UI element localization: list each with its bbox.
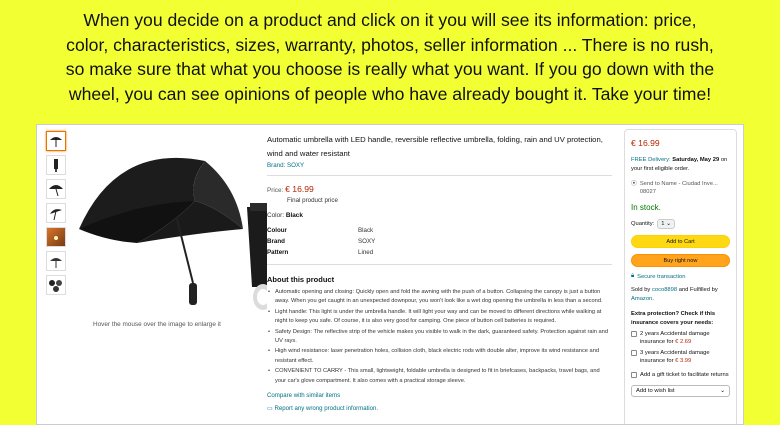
compare-link[interactable]: Compare with similar items — [267, 392, 612, 399]
feature-bullets: Automatic opening and closing: Quickly o… — [267, 288, 612, 386]
color-value: Black — [285, 212, 303, 219]
report-link[interactable]: ▭ Report any wrong product information. — [267, 405, 612, 412]
add-to-cart-button[interactable]: Add to Cart — [631, 235, 730, 248]
spec-row: Brand SOXY — [267, 236, 375, 247]
buy-box: € 16.99 FREE Delivery: Saturday, May 29 … — [624, 129, 737, 424]
checkbox[interactable] — [631, 331, 637, 337]
gift-label: Add a gift ticket to facilitate returns — [640, 372, 729, 378]
seller-link[interactable]: coco8898 — [652, 287, 677, 293]
thumbnail-umbrella-colors[interactable] — [46, 275, 66, 295]
price-row: Price: € 16.99 — [267, 184, 612, 194]
banner-line: color, characteristics, sizes, warranty,… — [66, 34, 714, 55]
seller-info: Sold by coco8898 and Fulfilled by Amazon… — [631, 287, 718, 302]
chevron-down-icon: ⌄ — [720, 388, 725, 394]
thumbnail-strip — [46, 131, 66, 299]
divider — [267, 175, 612, 176]
thumbnail-umbrella-side[interactable] — [46, 179, 66, 199]
delivery-date: Saturday, May 29 — [672, 157, 720, 163]
add-to-wishlist-button[interactable]: Add to wish list ⌄ — [631, 385, 730, 397]
final-price-note: Final product price — [287, 197, 338, 204]
feature-bullet: Light handle: This light is under the um… — [268, 308, 612, 327]
spec-value: Black — [358, 227, 374, 234]
spec-row: Pattern Lined — [267, 247, 375, 258]
quantity-label: Quantity: — [631, 221, 655, 227]
price-label: Price: — [267, 187, 284, 194]
color-label: Color: — [267, 212, 285, 219]
thumbnail-umbrella-folded[interactable] — [46, 155, 66, 175]
buybox-price: € 16.99 — [631, 138, 660, 148]
comment-icon: ▭ — [267, 405, 273, 413]
feature-bullet: CONVENIENT TO CARRY - This small, lightw… — [268, 367, 612, 386]
product-main-image[interactable] — [77, 137, 282, 317]
protection-option[interactable]: 3 years Accidental damage insurance for … — [631, 349, 730, 365]
thumbnail-umbrella-wind[interactable] — [46, 203, 66, 223]
quantity-row: Quantity: 1 ⌄ — [631, 219, 730, 229]
feature-bullet: Automatic opening and closing: Quickly o… — [268, 288, 612, 307]
spec-key: Pattern — [267, 249, 289, 256]
about-heading: About this product — [267, 275, 335, 284]
spec-table: Colour Black Brand SOXY Pattern Lined — [267, 225, 375, 258]
protection-option-text: 2 years Accidental damage insurance for … — [640, 330, 730, 346]
price-value: € 16.99 — [285, 184, 314, 194]
buy-now-button[interactable]: Buy right now — [631, 254, 730, 267]
delivery-info: FREE Delivery: Saturday, May 29 on your … — [631, 156, 730, 174]
protection-option-price: € 2.69 — [675, 339, 692, 345]
chevron-down-icon: ⌄ — [666, 221, 671, 227]
spec-value: SOXY — [358, 238, 376, 245]
quantity-value: 1 — [661, 221, 665, 227]
gift-option[interactable]: Add a gift ticket to facilitate returns — [631, 371, 730, 379]
banner-line: When you decide on a product and click o… — [83, 10, 697, 30]
protection-option-text: 3 years Accidental damage insurance for … — [640, 349, 730, 365]
brand-link[interactable]: Brand: SOXY — [267, 162, 612, 169]
product-page-screenshot: Hover the mouse over the image to enlarg… — [36, 124, 744, 425]
secure-transaction[interactable]: 🔒︎ Secure transaction — [631, 273, 730, 280]
instruction-banner: When you decide on a product and click o… — [0, 8, 780, 106]
stock-status: In stock. — [631, 203, 661, 212]
location-pin-icon: ⦿ — [631, 181, 637, 187]
divider — [267, 264, 612, 265]
protection-option[interactable]: 2 years Accidental damage insurance for … — [631, 330, 730, 346]
product-title: Automatic umbrella with LED handle, reve… — [267, 135, 603, 158]
color-row: Color: Black — [267, 212, 612, 219]
sold-prefix: Sold by — [631, 287, 651, 293]
fulfiller-link[interactable]: Amazon — [631, 296, 652, 302]
thumbnail-led-night[interactable] — [46, 227, 66, 247]
spec-value: Lined — [358, 249, 374, 256]
checkbox[interactable] — [631, 350, 637, 356]
product-details: Automatic umbrella with LED handle, reve… — [267, 133, 612, 412]
protection-option-price: € 3.99 — [675, 358, 692, 364]
banner-line: so make sure that what you choose is rea… — [65, 59, 715, 79]
report-link-label: Report any wrong product information. — [274, 405, 379, 413]
delivery-location[interactable]: ⦿ Send to Name - Ciudad Inve... 08027 — [631, 180, 730, 196]
secure-label: Secure transaction — [637, 273, 686, 280]
sold-middle: and Fulfilled by — [678, 287, 718, 293]
lock-icon: 🔒︎ — [631, 273, 635, 279]
protection-heading: Extra protection? Check if this insuranc… — [631, 311, 716, 326]
thumbnail-umbrella-open[interactable] — [46, 131, 66, 151]
spec-key: Colour — [267, 227, 287, 234]
feature-bullet: Safety Design: The reflective strip of t… — [268, 328, 612, 347]
wishlist-label: Add to wish list — [636, 388, 675, 394]
hover-hint: Hover the mouse over the image to enlarg… — [93, 321, 221, 328]
checkbox[interactable] — [631, 372, 637, 378]
delivery-prefix[interactable]: FREE Delivery: — [631, 157, 671, 163]
feature-bullet: High wind resistance: laser penetration … — [268, 347, 612, 366]
spec-row: Colour Black — [267, 225, 375, 236]
spec-key: Brand — [267, 238, 285, 245]
quantity-select[interactable]: 1 ⌄ — [657, 219, 675, 229]
banner-line: wheel, you can see opinions of people wh… — [68, 83, 712, 104]
location-text: Send to Name - Ciudad Inve... 08027 — [639, 181, 718, 195]
thumbnail-umbrella-detail[interactable] — [46, 251, 66, 271]
